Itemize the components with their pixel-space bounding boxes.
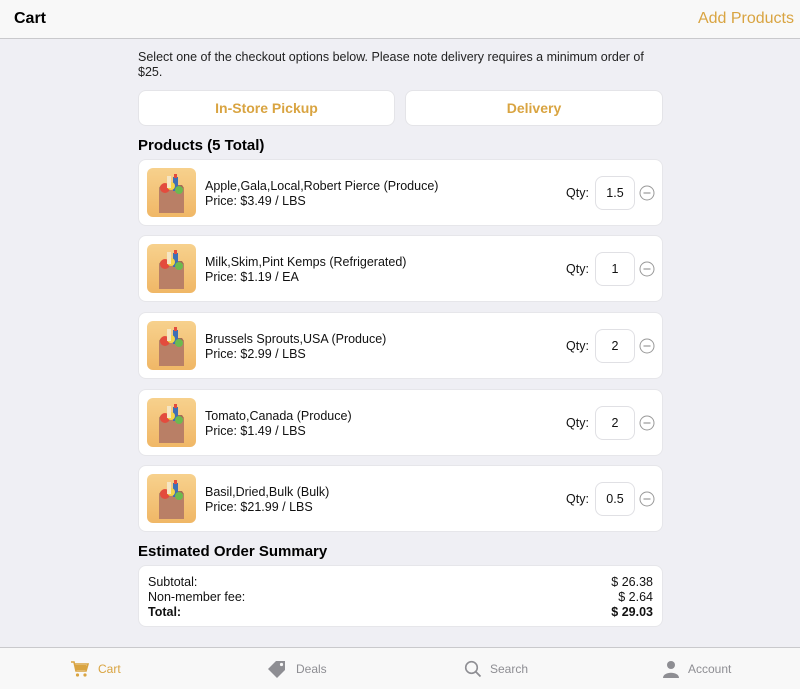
grocery-bag-icon (147, 244, 196, 293)
grocery-bag-icon (147, 474, 196, 523)
person-icon (663, 661, 679, 678)
tab-bar: Cart Deals Search Account (0, 647, 800, 689)
tab-label: Search (490, 662, 529, 676)
in-store-pickup-button[interactable]: In-Store Pickup (138, 90, 395, 126)
fee-value: $ 2.64 (618, 590, 653, 604)
product-price: Price: $3.49 / LBS (205, 194, 306, 208)
product-name: Milk,Skim,Pint Kemps (Refrigerated) (205, 255, 407, 269)
tab-account[interactable]: Account (662, 648, 731, 689)
product-price: Price: $1.49 / LBS (205, 424, 306, 438)
tab-label: Cart (98, 662, 121, 676)
total-row: Total: $ 29.03 (148, 605, 653, 620)
add-products-button[interactable]: Add Products (698, 10, 794, 28)
remove-icon[interactable] (639, 338, 655, 354)
delivery-button[interactable]: Delivery (405, 90, 663, 126)
total-label: Total: (148, 605, 182, 619)
product-card: Apple,Gala,Local,Robert Pierce (Produce)… (138, 159, 663, 226)
grocery-bag-icon (147, 168, 196, 217)
product-price: Price: $2.99 / LBS (205, 347, 306, 361)
cart-icon (71, 661, 90, 677)
remove-icon[interactable] (639, 261, 655, 277)
tag-icon (268, 661, 285, 678)
qty-label: Qty: (566, 262, 589, 276)
tab-search[interactable]: Search (464, 648, 528, 689)
qty-label: Qty: (566, 339, 589, 353)
summary-title: Estimated Order Summary (138, 543, 328, 560)
page-title: Cart (14, 10, 47, 27)
grocery-bag-icon (147, 398, 196, 447)
quantity-field[interactable]: 1.5 (595, 176, 635, 210)
tab-label: Deals (296, 662, 327, 676)
order-summary: Subtotal: $ 26.38 Non-member fee: $ 2.64… (138, 565, 663, 627)
tab-cart[interactable]: Cart (70, 648, 121, 689)
total-value: $ 29.03 (611, 605, 653, 619)
tab-label: Account (688, 662, 732, 676)
product-card: Basil,Dried,Bulk (Bulk) Price: $21.99 / … (138, 465, 663, 532)
quantity-field[interactable]: 0.5 (595, 482, 635, 516)
remove-icon[interactable] (639, 415, 655, 431)
remove-icon[interactable] (639, 185, 655, 201)
fee-label: Non-member fee: (148, 590, 246, 604)
product-name: Basil,Dried,Bulk (Bulk) (205, 485, 330, 499)
subtotal-label: Subtotal: (148, 575, 198, 589)
subtotal-row: Subtotal: $ 26.38 (148, 575, 653, 590)
search-icon (464, 660, 482, 678)
quantity-field[interactable]: 1 (595, 252, 635, 286)
tab-deals[interactable]: Deals (266, 648, 327, 689)
product-name: Brussels Sprouts,USA (Produce) (205, 332, 387, 346)
product-card: Tomato,Canada (Produce) Price: $1.49 / L… (138, 389, 663, 456)
qty-label: Qty: (566, 492, 589, 506)
qty-label: Qty: (566, 186, 589, 200)
product-card: Milk,Skim,Pint Kemps (Refrigerated) Pric… (138, 235, 663, 302)
product-card: Brussels Sprouts,USA (Produce) Price: $2… (138, 312, 663, 379)
product-name: Apple,Gala,Local,Robert Pierce (Produce) (205, 179, 439, 193)
products-title: Products (5 Total) (138, 137, 265, 154)
grocery-bag-icon (147, 321, 196, 370)
product-name: Tomato,Canada (Produce) (205, 409, 352, 423)
navigation-bar: Cart Add Products (0, 0, 800, 39)
subtotal-value: $ 26.38 (611, 575, 653, 589)
remove-icon[interactable] (639, 491, 655, 507)
quantity-field[interactable]: 2 (595, 329, 635, 363)
fee-row: Non-member fee: $ 2.64 (148, 590, 653, 605)
product-price: Price: $1.19 / EA (205, 270, 299, 284)
quantity-field[interactable]: 2 (595, 406, 635, 440)
qty-label: Qty: (566, 416, 589, 430)
product-price: Price: $21.99 / LBS (205, 500, 313, 514)
checkout-notice: Select one of the checkout options below… (138, 50, 644, 79)
